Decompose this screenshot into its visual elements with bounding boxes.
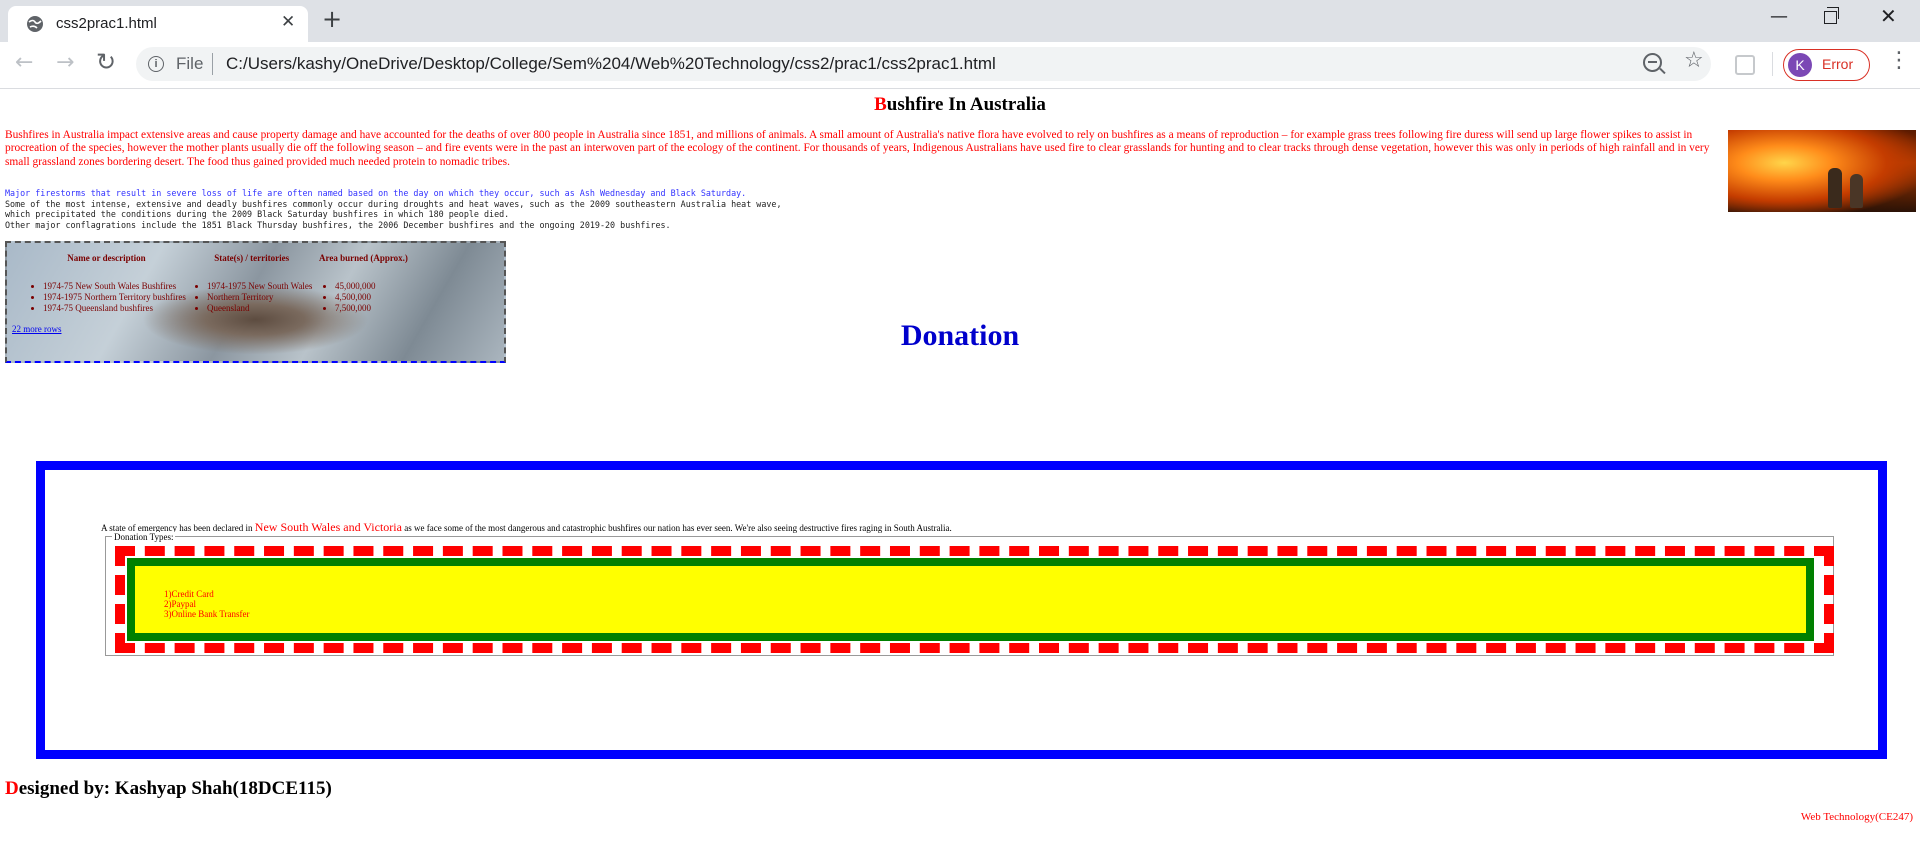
bushfire-image xyxy=(1728,130,1916,212)
back-icon[interactable]: ← xyxy=(15,50,33,75)
browser-toolbar: ← → ↻ i File C:/Users/kashy/OneDrive/Des… xyxy=(0,42,1920,89)
toolbar-divider xyxy=(1772,52,1773,76)
extension-icon[interactable] xyxy=(1735,55,1755,75)
browser-tab[interactable]: css2prac1.html ✕ xyxy=(8,6,308,42)
facts-block: Major firestorms that result in severe l… xyxy=(5,188,782,230)
address-divider xyxy=(212,53,213,75)
restore-button[interactable] xyxy=(1824,7,1839,24)
dashed-frame: 1)Credit Card 2)Paypal 3)Online Bank Tra… xyxy=(115,546,1834,653)
title-rest: ushfire In Australia xyxy=(886,94,1046,115)
tab-title: css2prac1.html xyxy=(56,15,157,32)
fact-line: Other major conflagrations include the 1… xyxy=(5,219,671,230)
list-item: 1974-1975 Northern Territory bushfires xyxy=(43,292,186,303)
designer-credit: Designed by: Kashyap Shah(18DCE115) xyxy=(5,778,332,800)
donation-types-panel: 1)Credit Card 2)Paypal 3)Online Bank Tra… xyxy=(127,558,1814,641)
list-item: Northern Territory xyxy=(207,292,312,303)
tab-close-icon[interactable]: ✕ xyxy=(281,12,295,32)
avatar: K xyxy=(1788,53,1812,77)
minimize-button[interactable]: — xyxy=(1770,6,1788,27)
list-item: 45,000,000 xyxy=(335,281,408,292)
fieldset-legend: Donation Types: xyxy=(112,532,176,542)
list-item: 2)Paypal xyxy=(164,599,196,609)
forward-icon[interactable]: → xyxy=(56,50,74,75)
column-header: Name or description xyxy=(67,253,146,263)
list-item: 1974-75 New South Wales Bushfires xyxy=(43,281,186,292)
intro-paragraph: Bushfires in Australia impact extensive … xyxy=(5,129,1710,168)
column-header: Area burned (Approx.) xyxy=(319,253,408,263)
designer-rest: esigned by: Kashyap Shah(18DCE115) xyxy=(18,778,332,799)
reload-icon[interactable]: ↻ xyxy=(96,48,116,76)
page-content: Bushfire In Australia Bushfires in Austr… xyxy=(0,89,1920,852)
donation-types-list: 1)Credit Card 2)Paypal 3)Online Bank Tra… xyxy=(164,589,250,619)
firefighter-figure xyxy=(1828,168,1842,208)
list-item: 4,500,000 xyxy=(335,292,408,303)
state-column: State(s) / territories 1974-1975 New Sou… xyxy=(191,253,312,314)
list-item: 1974-75 Queensland bushfires xyxy=(43,303,186,314)
globe-icon xyxy=(27,16,43,32)
tab-strip: css2prac1.html ✕ + — ✕ xyxy=(0,0,1920,42)
fact-line: Major firestorms that result in severe l… xyxy=(5,188,747,198)
new-tab-button[interactable]: + xyxy=(322,5,342,33)
url-text[interactable]: C:/Users/kashy/OneDrive/Desktop/College/… xyxy=(226,54,996,74)
list-item: 1974-1975 New South Wales xyxy=(207,281,312,292)
notice-text: as we face some of the most dangerous an… xyxy=(401,523,952,533)
designer-initial: D xyxy=(5,778,19,799)
address-bar[interactable]: i File C:/Users/kashy/OneDrive/Desktop/C… xyxy=(136,47,1711,81)
notice-highlight: New South Wales and Victoria xyxy=(254,520,402,534)
profile-status: Error xyxy=(1822,56,1854,72)
list-item: 7,500,000 xyxy=(335,303,408,314)
profile-button[interactable]: K Error xyxy=(1783,49,1870,81)
list-item: Queensland xyxy=(207,303,312,314)
area-column: Area burned (Approx.) 45,000,000 4,500,0… xyxy=(319,253,408,314)
window-close-button[interactable]: ✕ xyxy=(1880,4,1897,28)
list-item: 3)Online Bank Transfer xyxy=(164,609,250,619)
column-header: State(s) / territories xyxy=(214,253,290,263)
fact-line: Some of the most intense, extensive and … xyxy=(5,198,782,209)
menu-icon[interactable]: ⋮ xyxy=(1888,48,1910,73)
donation-types-fieldset: Donation Types: 1)Credit Card 2)Paypal 3… xyxy=(105,532,1834,656)
zoom-out-icon[interactable] xyxy=(1643,53,1662,72)
firefighter-figure xyxy=(1850,174,1863,208)
fact-line: which precipitated the conditions during… xyxy=(5,209,510,219)
list-item: 1)Credit Card xyxy=(164,589,214,599)
info-icon[interactable]: i xyxy=(148,56,164,72)
name-column: Name or description 1974-75 New South Wa… xyxy=(27,253,186,314)
donation-box: A state of emergency has been declared i… xyxy=(36,461,1887,759)
scheme-label: File xyxy=(176,54,204,73)
page-title: Bushfire In Australia xyxy=(0,94,1920,116)
emergency-notice: A state of emergency has been declared i… xyxy=(101,520,952,535)
star-icon[interactable]: ☆ xyxy=(1684,48,1704,73)
course-label: Web Technology(CE247) xyxy=(1800,811,1913,823)
title-initial: B xyxy=(874,94,887,115)
donation-heading: Donation xyxy=(900,319,1020,352)
